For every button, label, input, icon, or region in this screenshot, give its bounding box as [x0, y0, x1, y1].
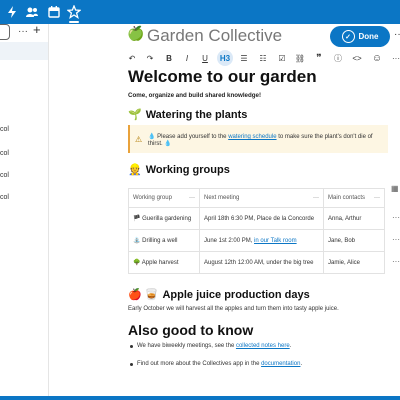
table-cell[interactable]: Anna, Arthur — [323, 207, 385, 230]
add-page-button[interactable]: + — [33, 22, 41, 37]
calendar-icon[interactable] — [47, 5, 61, 19]
bold-button[interactable]: B — [161, 50, 177, 66]
table-header-row: Working group ··· Next meeting ··· Main co… — [128, 188, 385, 208]
good-to-know-list: We have biweekly meetings, see the colle… — [128, 340, 302, 376]
warning-callout: ⚠ 💧 Please add yourself to the watering … — [128, 125, 388, 153]
collected-notes-link[interactable]: collected notes here — [236, 343, 290, 349]
column-header[interactable]: Main contacts ··· — [323, 188, 385, 208]
column-header[interactable]: Next meeting ··· — [199, 188, 324, 208]
table-cell[interactable]: April 18th 6:30 PM, Place de la Concorde — [199, 207, 324, 230]
watering-heading-text: Watering the plants — [145, 109, 248, 121]
watering-heading: 🌱 Watering the plants — [128, 108, 247, 121]
table-cell[interactable]: June 1st 2:00 PM, in our Talk room — [199, 229, 324, 252]
done-button[interactable]: ✓ Done — [330, 26, 390, 47]
sidebar-item[interactable]: col — [0, 194, 9, 201]
italic-button[interactable]: I — [179, 50, 195, 66]
page-content: 🍏 Garden Collective ✓ Done ··· ↶ ↷ B I U… — [49, 24, 400, 396]
working-groups-heading: 👷 Working groups — [128, 163, 230, 176]
seedling-emoji: 🌱 — [128, 109, 142, 121]
main-heading: Welcome to our garden — [128, 67, 317, 86]
contacts-icon[interactable] — [25, 5, 39, 19]
table-cell[interactable]: 🏴 Guerilla gardening — [128, 207, 200, 230]
juice-heading-text: Apple juice production days — [162, 289, 310, 301]
bullet-list-icon[interactable]: ☰ — [236, 50, 252, 66]
collectives-sidebar: ··· + col col col col — [0, 22, 49, 396]
lightning-icon[interactable] — [5, 5, 19, 19]
quote-icon[interactable]: ❞ — [311, 50, 327, 66]
row-menu-button[interactable]: ··· — [392, 213, 400, 222]
table-cell[interactable]: Jamie, Alice — [323, 251, 385, 274]
sidebar-more-button[interactable]: ··· — [18, 26, 28, 37]
page-title[interactable]: Garden Collective — [147, 26, 282, 46]
code-icon[interactable]: <> — [349, 50, 365, 66]
row-menu-button[interactable]: ··· — [392, 257, 400, 266]
undo-icon[interactable]: ↶ — [124, 50, 140, 66]
top-app-bar — [0, 0, 400, 24]
intro-text: Come, organize and build shared knowledg… — [128, 92, 262, 99]
emoji-icon[interactable]: ☺ — [369, 50, 385, 66]
watering-schedule-link[interactable]: watering schedule — [228, 134, 276, 140]
underline-button[interactable]: U — [197, 50, 213, 66]
table-row: 🏴 Guerilla gardening April 18th 6:30 PM,… — [128, 207, 385, 230]
sidebar-item[interactable]: col — [0, 126, 9, 133]
redo-icon[interactable]: ↷ — [142, 50, 158, 66]
table-row: 🌳 Apple harvest August 12th 12:00 AM, un… — [128, 251, 385, 274]
ordered-list-icon[interactable]: ☷ — [255, 50, 271, 66]
checklist-icon[interactable]: ☑ — [274, 50, 290, 66]
table-cell[interactable]: 🌳 Apple harvest — [128, 251, 200, 274]
sidebar-filter-input[interactable] — [0, 24, 10, 40]
talk-room-link[interactable]: in our Talk room — [254, 238, 297, 244]
link-icon[interactable]: ⛓ — [292, 50, 308, 66]
table-cell[interactable]: August 12th 12:00 AM, under the big tree — [199, 251, 324, 274]
callout-text: 💧 Please add yourself to the watering sc… — [148, 134, 373, 147]
sidebar-item[interactable]: col — [0, 172, 9, 179]
list-item: Find out more about the Collectives app … — [128, 358, 302, 376]
check-icon: ✓ — [341, 30, 355, 43]
sidebar-item[interactable]: col — [0, 150, 9, 157]
info-icon[interactable]: ⓘ — [330, 50, 346, 66]
worker-emoji: 👷 — [128, 164, 142, 176]
juice-paragraph: Early October we will harvest all the ap… — [128, 306, 339, 312]
good-to-know-heading: Also good to know — [128, 322, 254, 338]
working-groups-heading-text: Working groups — [145, 164, 230, 176]
active-app-indicator — [69, 21, 79, 23]
done-button-label: Done — [358, 32, 379, 41]
sidebar-selected-item[interactable] — [0, 42, 48, 60]
toolbar-more-button[interactable]: ··· — [388, 50, 400, 66]
warning-icon: ⚠ — [135, 135, 143, 144]
table-row: ⛲ Drilling a well June 1st 2:00 PM, in o… — [128, 229, 385, 252]
page-actions-more-button[interactable]: ··· — [394, 29, 400, 40]
apple-juice-emoji: 🍎 🥃 — [128, 289, 159, 301]
bottom-bar — [0, 396, 400, 400]
collectives-icon[interactable] — [67, 5, 81, 19]
heading-button[interactable]: H3 — [217, 50, 233, 66]
table-settings-icon[interactable]: ▦ — [391, 184, 399, 193]
documentation-link[interactable]: documentation — [261, 361, 300, 367]
page-emoji[interactable]: 🍏 — [127, 25, 144, 42]
juice-heading: 🍎 🥃 Apple juice production days — [128, 288, 310, 301]
working-groups-table: Working group ··· Next meeting ··· Main co… — [128, 188, 385, 274]
row-menu-button[interactable]: ··· — [392, 235, 400, 244]
column-header[interactable]: Working group ··· — [128, 188, 200, 208]
table-cell[interactable]: Jane, Bob — [323, 229, 385, 252]
list-item: We have biweekly meetings, see the colle… — [128, 340, 302, 358]
table-cell[interactable]: ⛲ Drilling a well — [128, 229, 200, 252]
